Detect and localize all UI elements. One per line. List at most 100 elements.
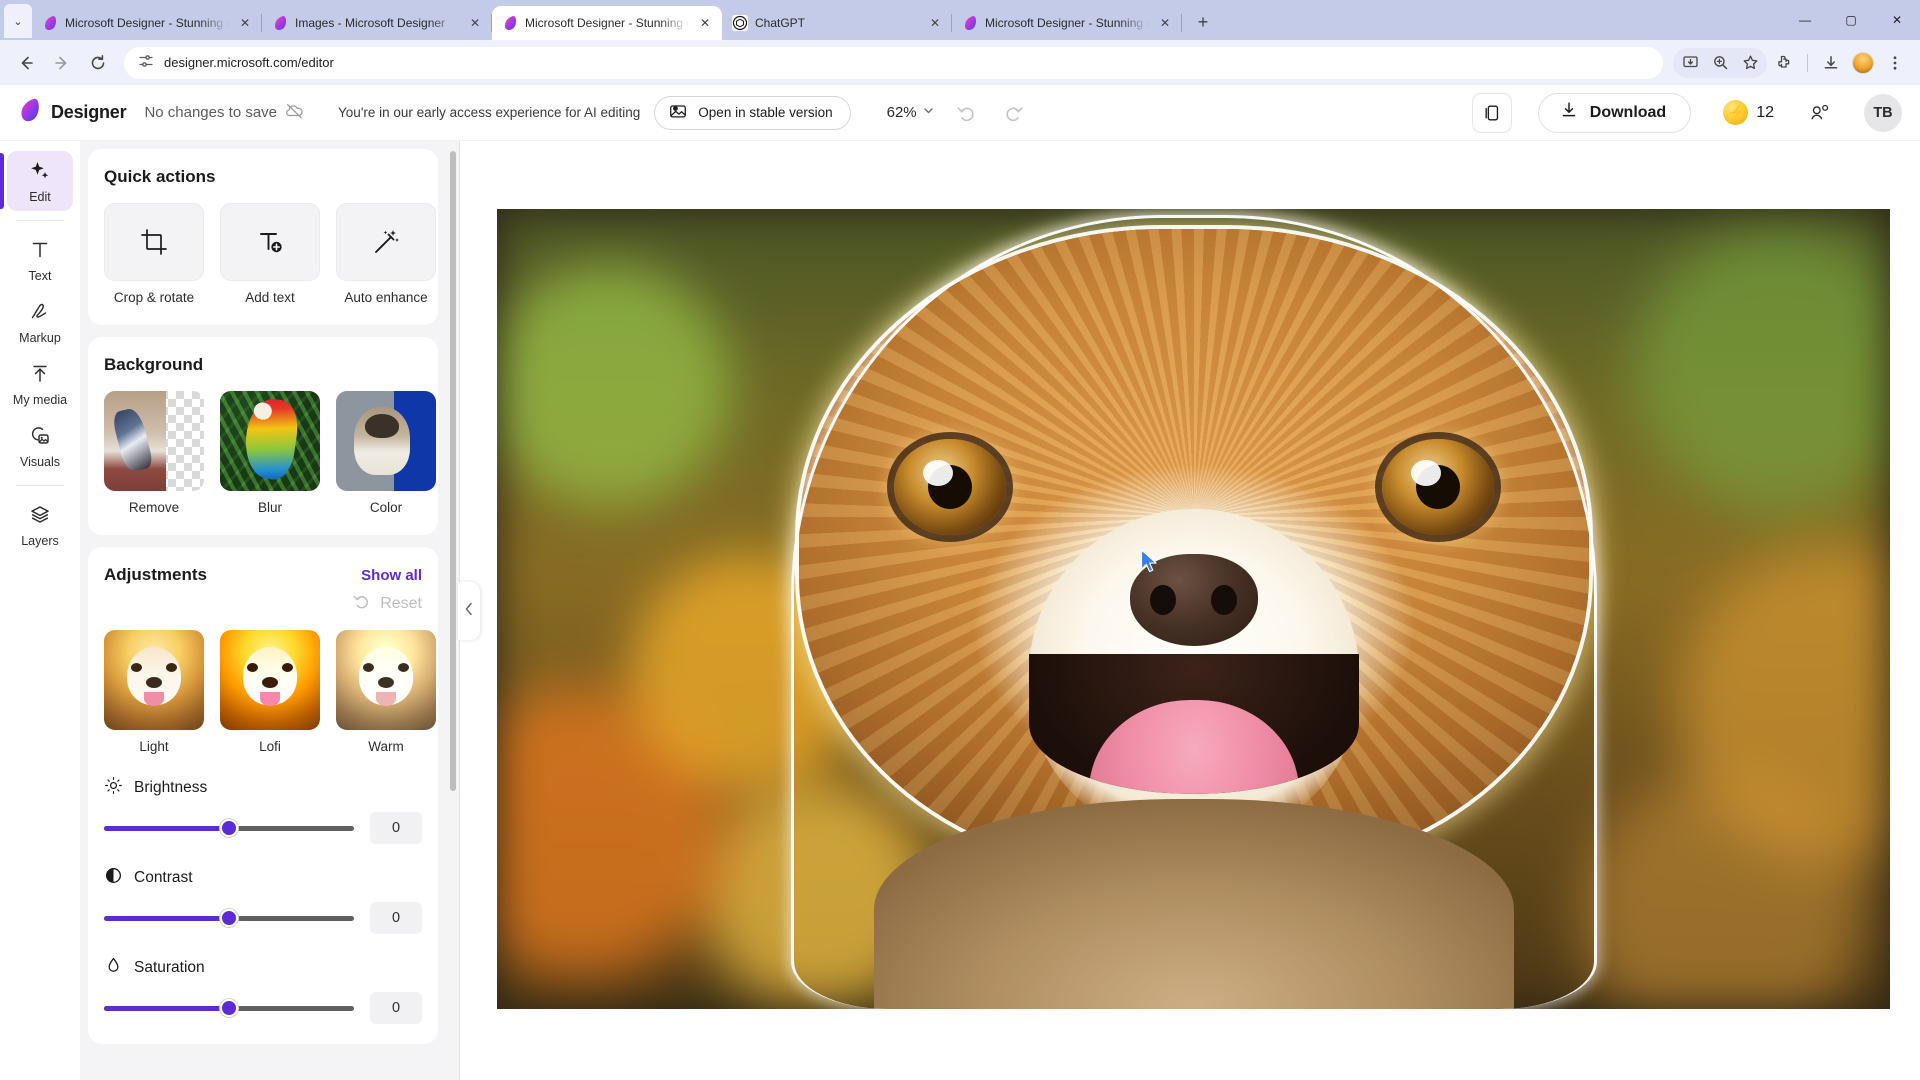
artboard-image[interactable]	[497, 209, 1890, 1009]
sidebar-item-visuals[interactable]: Visuals	[7, 416, 73, 476]
chevron-left-icon	[463, 601, 475, 620]
quick-action-crop-rotate[interactable]: Crop & rotate	[104, 203, 204, 305]
sidebar-item-edit[interactable]: Edit	[7, 151, 73, 211]
undo-icon[interactable]	[949, 96, 983, 130]
background-color[interactable]: Color	[336, 391, 436, 515]
share-people-icon[interactable]	[1804, 97, 1836, 129]
slider-saturation-header: Saturation	[104, 956, 422, 980]
background-list: Remove Blur Color	[104, 391, 422, 515]
zoom-control[interactable]: 62%	[887, 104, 935, 121]
chrome-menu-icon[interactable]	[1880, 48, 1910, 78]
brightness-sun-icon	[104, 776, 123, 800]
contrast-slider-knob[interactable]	[220, 909, 238, 927]
tab-close-button[interactable]: ✕	[1156, 14, 1174, 32]
tab-close-button[interactable]: ✕	[926, 14, 944, 32]
quick-action-auto-enhance[interactable]: Auto enhance	[336, 203, 436, 305]
preset-label: Light	[139, 739, 168, 754]
collapse-panel-button[interactable]	[458, 582, 480, 640]
background-title: Background	[104, 355, 422, 375]
sidebar-item-layers[interactable]: Layers	[7, 495, 73, 555]
add-text-icon[interactable]	[220, 203, 320, 281]
back-icon[interactable]	[10, 47, 42, 79]
saturation-value[interactable]: 0	[370, 992, 422, 1024]
show-all-button[interactable]: Show all	[361, 567, 422, 584]
brightness-slider-knob[interactable]	[220, 819, 238, 837]
panel-scrollbar[interactable]	[450, 151, 456, 791]
brightness-value[interactable]: 0	[370, 812, 422, 844]
window-maximize-button[interactable]: ▢	[1828, 0, 1874, 40]
forward-icon[interactable]	[46, 47, 78, 79]
saturation-slider-knob[interactable]	[220, 999, 238, 1017]
tab-search-button[interactable]: ⌄	[4, 4, 32, 38]
app-header: Designer No changes to save You're in ou…	[0, 85, 1920, 141]
profile-avatar-icon[interactable]	[1848, 48, 1878, 78]
brightness-slider-track[interactable]	[104, 826, 354, 831]
image-person-icon	[668, 101, 688, 124]
blur-bg-thumb[interactable]	[220, 391, 320, 491]
slider-brightness: Brightness 0	[104, 776, 422, 844]
preset-light-thumb[interactable]	[104, 630, 204, 730]
download-button[interactable]: Download	[1538, 93, 1691, 133]
sidebar-item-my-media[interactable]: My media	[7, 354, 73, 414]
browser-tab-2-active[interactable]: Microsoft Designer - Stunning p ✕	[492, 6, 722, 40]
slider-label: Saturation	[134, 959, 205, 977]
browser-tab-1[interactable]: Images - Microsoft Designer ✕	[262, 6, 492, 40]
chevron-down-icon[interactable]	[922, 104, 935, 121]
omnibox-action-pill	[1673, 48, 1767, 78]
browser-tab-3[interactable]: ChatGPT ✕	[722, 6, 952, 40]
dog-tongue	[1089, 700, 1299, 794]
credits-indicator[interactable]: ⚡ 12	[1723, 100, 1774, 125]
install-app-icon[interactable]	[1675, 48, 1705, 78]
contrast-value[interactable]: 0	[370, 902, 422, 934]
tab-title: Microsoft Designer - Stunning d	[985, 16, 1149, 30]
canvas-area[interactable]	[460, 141, 1920, 1080]
user-avatar[interactable]: TB	[1864, 94, 1902, 132]
download-label: Download	[1590, 104, 1666, 122]
adjustments-title: Adjustments	[104, 565, 207, 585]
slider-contrast: Contrast 0	[104, 866, 422, 934]
preset-lofi[interactable]: Lofi	[220, 630, 320, 754]
preset-warm[interactable]: Warm	[336, 630, 436, 754]
background-remove[interactable]: Remove	[104, 391, 204, 515]
sidebar-item-text[interactable]: Text	[7, 230, 73, 290]
browser-tab-0[interactable]: Microsoft Designer - Stunning d ✕	[32, 6, 262, 40]
preset-light[interactable]: Light	[104, 630, 204, 754]
pages-panel-button[interactable]	[1472, 93, 1512, 133]
tab-close-button[interactable]: ✕	[696, 14, 714, 32]
tab-close-button[interactable]: ✕	[466, 14, 484, 32]
saturation-slider-track[interactable]	[104, 1006, 354, 1011]
tab-close-button[interactable]: ✕	[236, 14, 254, 32]
window-close-button[interactable]: ✕	[1874, 0, 1920, 40]
reset-button[interactable]: Reset	[104, 591, 422, 616]
address-bar[interactable]: designer.microsoft.com/editor	[124, 47, 1663, 79]
slider-contrast-row: 0	[104, 902, 422, 934]
redo-icon[interactable]	[997, 96, 1031, 130]
contrast-slider-track[interactable]	[104, 916, 354, 921]
extensions-puzzle-icon[interactable]	[1769, 48, 1799, 78]
preset-warm-thumb[interactable]	[336, 630, 436, 730]
rail-divider	[16, 220, 64, 221]
crop-icon[interactable]	[104, 203, 204, 281]
designer-favicon-icon	[962, 15, 978, 31]
sidebar-item-markup[interactable]: Markup	[7, 292, 73, 352]
downloads-icon[interactable]	[1816, 48, 1846, 78]
new-tab-button[interactable]: +	[1188, 7, 1218, 37]
bookmark-star-icon[interactable]	[1735, 48, 1765, 78]
remove-bg-thumb[interactable]	[104, 391, 204, 491]
dog-subject	[754, 209, 1634, 1009]
sidebar-item-label: Layers	[21, 535, 59, 548]
open-in-stable-version-button[interactable]: Open in stable version	[654, 96, 850, 130]
brand[interactable]: Designer	[16, 97, 126, 128]
early-access-message: You're in our early access experience fo…	[338, 105, 640, 120]
preset-lofi-thumb[interactable]	[220, 630, 320, 730]
site-settings-icon[interactable]	[138, 53, 154, 72]
background-blur[interactable]: Blur	[220, 391, 320, 515]
magic-wand-icon[interactable]	[336, 203, 436, 281]
reload-icon[interactable]	[82, 47, 114, 79]
window-minimize-button[interactable]: —	[1782, 0, 1828, 40]
browser-tab-4[interactable]: Microsoft Designer - Stunning d ✕	[952, 6, 1182, 40]
preset-label: Warm	[368, 739, 404, 754]
quick-action-add-text[interactable]: Add text	[220, 203, 320, 305]
color-bg-thumb[interactable]	[336, 391, 436, 491]
zoom-icon[interactable]	[1705, 48, 1735, 78]
